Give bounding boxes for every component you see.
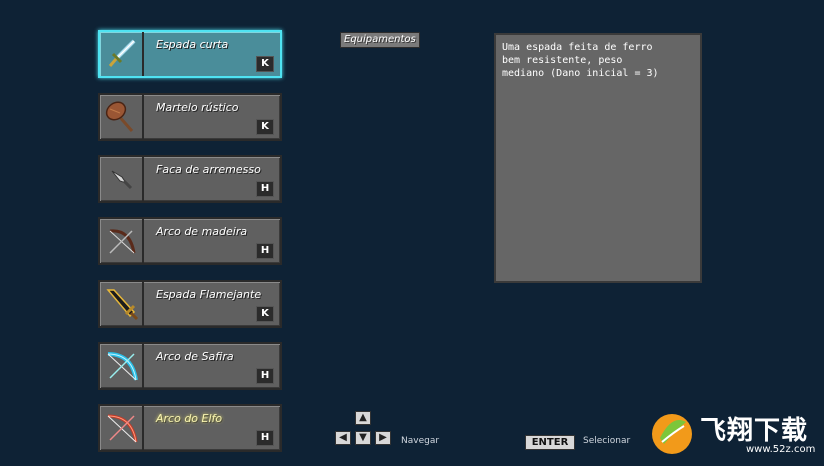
flaming-sword-icon [106, 289, 139, 321]
item-label: Martelo rústico [156, 101, 239, 114]
item-label: Arco de madeira [156, 225, 248, 238]
hammer-icon [105, 101, 134, 132]
item-description: Uma espada feita de ferro bem resistente… [502, 42, 659, 79]
item-thumb [100, 157, 144, 201]
arrow-up-key: ▲ [355, 411, 371, 425]
item-label: Espada curta [156, 38, 229, 51]
item-thumb [100, 95, 144, 139]
item-slot-sapphire-bow[interactable]: Arco de Safira H [98, 342, 282, 390]
item-label: Arco do Elfo [156, 412, 223, 425]
navigate-hint: Navegar [401, 436, 440, 446]
item-label: Espada Flamejante [156, 288, 262, 301]
item-slot-throwing-knife[interactable]: Faca de arremesso H [98, 155, 282, 203]
item-thumb [100, 282, 144, 326]
key-hint-badge: K [256, 119, 274, 135]
item-slot-rustic-hammer[interactable]: Martelo rústico K [98, 93, 282, 141]
item-thumb [100, 406, 144, 450]
sapphire-bow-icon [107, 352, 138, 381]
item-slot-short-sword[interactable]: Espada curta K [98, 30, 282, 78]
key-hint-badge: K [256, 306, 274, 322]
watermark-text: 飞翔下载 [700, 416, 809, 446]
watermark-logo: 飞翔下载 www.52z.com [650, 408, 820, 462]
item-thumb [100, 32, 144, 76]
item-slot-elf-bow[interactable]: Arco do Elfo H [98, 404, 282, 452]
key-hint-badge: K [256, 56, 274, 72]
item-label: Arco de Safira [156, 350, 234, 363]
arrow-left-key: ◀ [335, 431, 351, 445]
enter-key: ENTER [525, 435, 575, 450]
short-sword-icon [108, 39, 136, 67]
item-thumb [100, 219, 144, 263]
watermark-url: www.52z.com [746, 444, 816, 455]
elf-bow-icon [107, 414, 138, 443]
throwing-knife-icon [111, 170, 133, 190]
key-hint-badge: H [256, 181, 274, 197]
description-panel: Uma espada feita de ferro bem resistente… [494, 33, 702, 283]
section-title: Equipamentos [340, 32, 420, 48]
item-slot-flaming-sword[interactable]: Espada Flamejante K [98, 280, 282, 328]
key-hint-badge: H [256, 368, 274, 384]
item-slot-wooden-bow[interactable]: Arco de madeira H [98, 217, 282, 265]
key-hint-badge: H [256, 243, 274, 259]
item-label: Faca de arremesso [156, 163, 261, 176]
wooden-bow-icon [109, 229, 136, 254]
item-thumb [100, 344, 144, 388]
key-hint-badge: H [256, 430, 274, 446]
arrow-right-key: ▶ [375, 431, 391, 445]
arrow-down-key: ▼ [355, 431, 371, 445]
select-hint: Selecionar [583, 436, 631, 446]
